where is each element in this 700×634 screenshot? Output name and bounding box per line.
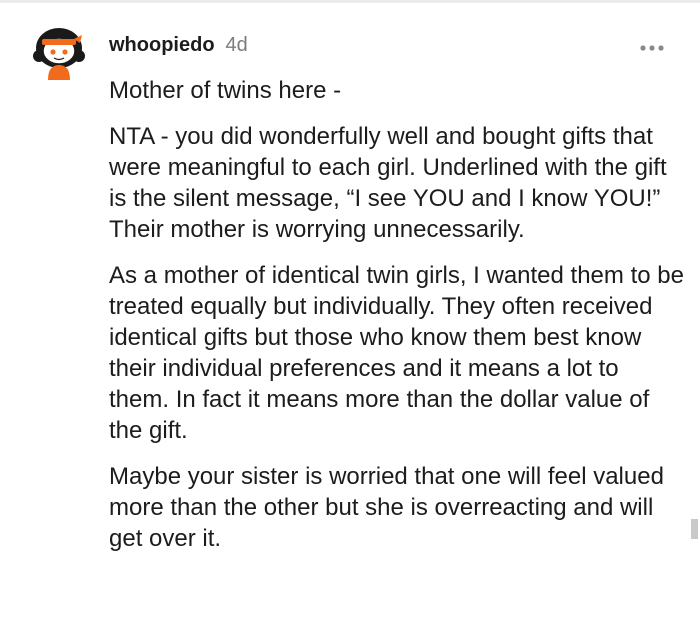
comment-paragraph: As a mother of identical twin girls, I w… [109,262,684,444]
comment-paragraph: Maybe your sister is worried that one wi… [109,463,664,552]
comment-paragraph: NTA - you did wonderfully well and bough… [109,123,667,243]
timestamp: 4d [225,34,248,56]
avatar[interactable] [30,22,88,80]
comment-header: whoopiedo 4d [109,34,248,62]
more-options-icon [640,45,664,51]
comment-body: Mother of twins here - NTA - you did won… [109,75,684,569]
more-options-button[interactable] [637,38,667,58]
snoo-avatar-icon [33,28,85,80]
username[interactable]: whoopiedo [109,34,215,57]
scrollbar-thumb[interactable] [691,519,698,539]
comment: whoopiedo 4d Mother of twins here - NTA … [0,0,700,634]
comment-paragraph: Mother of twins here - [109,77,342,104]
